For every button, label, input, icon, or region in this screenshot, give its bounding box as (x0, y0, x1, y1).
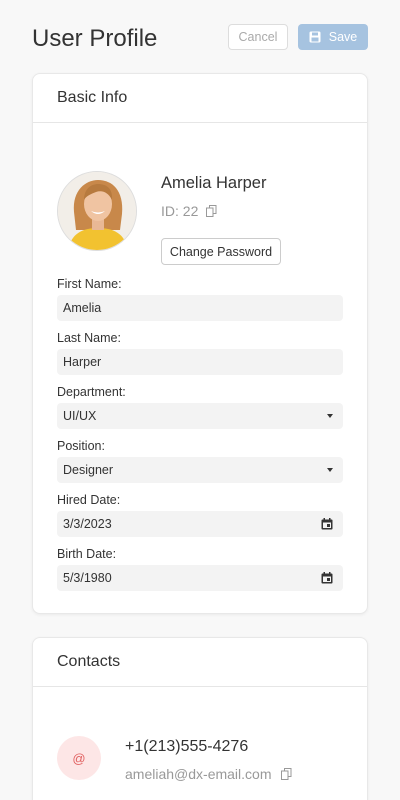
contacts-title: Contacts (57, 653, 121, 670)
position-label: Position: (57, 439, 105, 453)
user-id: ID: 22 (161, 203, 199, 219)
chevron-down-icon[interactable] (327, 414, 333, 418)
change-password-button[interactable]: Change Password (161, 238, 281, 265)
change-password-label: Change Password (169, 244, 273, 259)
user-name: Amelia Harper (161, 174, 267, 192)
calendar-icon[interactable] (321, 518, 333, 530)
first-name-field[interactable]: Amelia (57, 295, 343, 321)
hired-date-label: Hired Date: (57, 493, 121, 507)
first-name-label: First Name: (57, 277, 122, 291)
at-icon: @ (72, 750, 86, 766)
page-title: User Profile (32, 25, 158, 52)
save-icon (309, 31, 321, 43)
chevron-down-icon[interactable] (327, 468, 333, 472)
cancel-button[interactable]: Cancel (228, 24, 288, 50)
avatar (57, 171, 137, 251)
birth-date-field[interactable]: 5/3/1980 (57, 565, 343, 591)
contact-email: ameliah@dx-email.com (125, 766, 272, 782)
save-button-label: Save (328, 30, 358, 44)
contact-avatar: @ (57, 736, 101, 780)
cancel-button-label: Cancel (238, 30, 278, 44)
basic-info-card: Basic Info Amelia Harper ID: 22 Change P… (32, 73, 368, 614)
save-button[interactable]: Save (298, 24, 368, 50)
contacts-header: Contacts (33, 638, 367, 687)
department-label: Department: (57, 385, 126, 399)
last-name-value: Harper (63, 355, 102, 369)
last-name-field[interactable]: Harper (57, 349, 343, 375)
position-value: Designer (63, 463, 114, 477)
first-name-value: Amelia (63, 301, 102, 315)
copy-icon[interactable] (206, 205, 217, 217)
hired-date-field[interactable]: 3/3/2023 (57, 511, 343, 537)
birth-date-label: Birth Date: (57, 547, 117, 561)
contact-email-row: ameliah@dx-email.com (125, 766, 292, 782)
hired-date-value: 3/3/2023 (63, 517, 112, 531)
contacts-card: Contacts @ +1(213)555-4276 ameliah@dx-em… (32, 637, 368, 800)
position-select[interactable]: Designer (57, 457, 343, 483)
calendar-icon[interactable] (321, 572, 333, 584)
basic-info-title: Basic Info (57, 89, 128, 106)
page-header: User Profile Cancel Save (0, 0, 400, 72)
department-select[interactable]: UI/UX (57, 403, 343, 429)
user-id-row: ID: 22 (161, 203, 217, 219)
copy-icon[interactable] (281, 768, 292, 780)
last-name-label: Last Name: (57, 331, 121, 345)
contact-phone: +1(213)555-4276 (125, 738, 249, 755)
basic-info-header: Basic Info (33, 74, 367, 123)
department-value: UI/UX (63, 409, 97, 423)
birth-date-value: 5/3/1980 (63, 571, 112, 585)
